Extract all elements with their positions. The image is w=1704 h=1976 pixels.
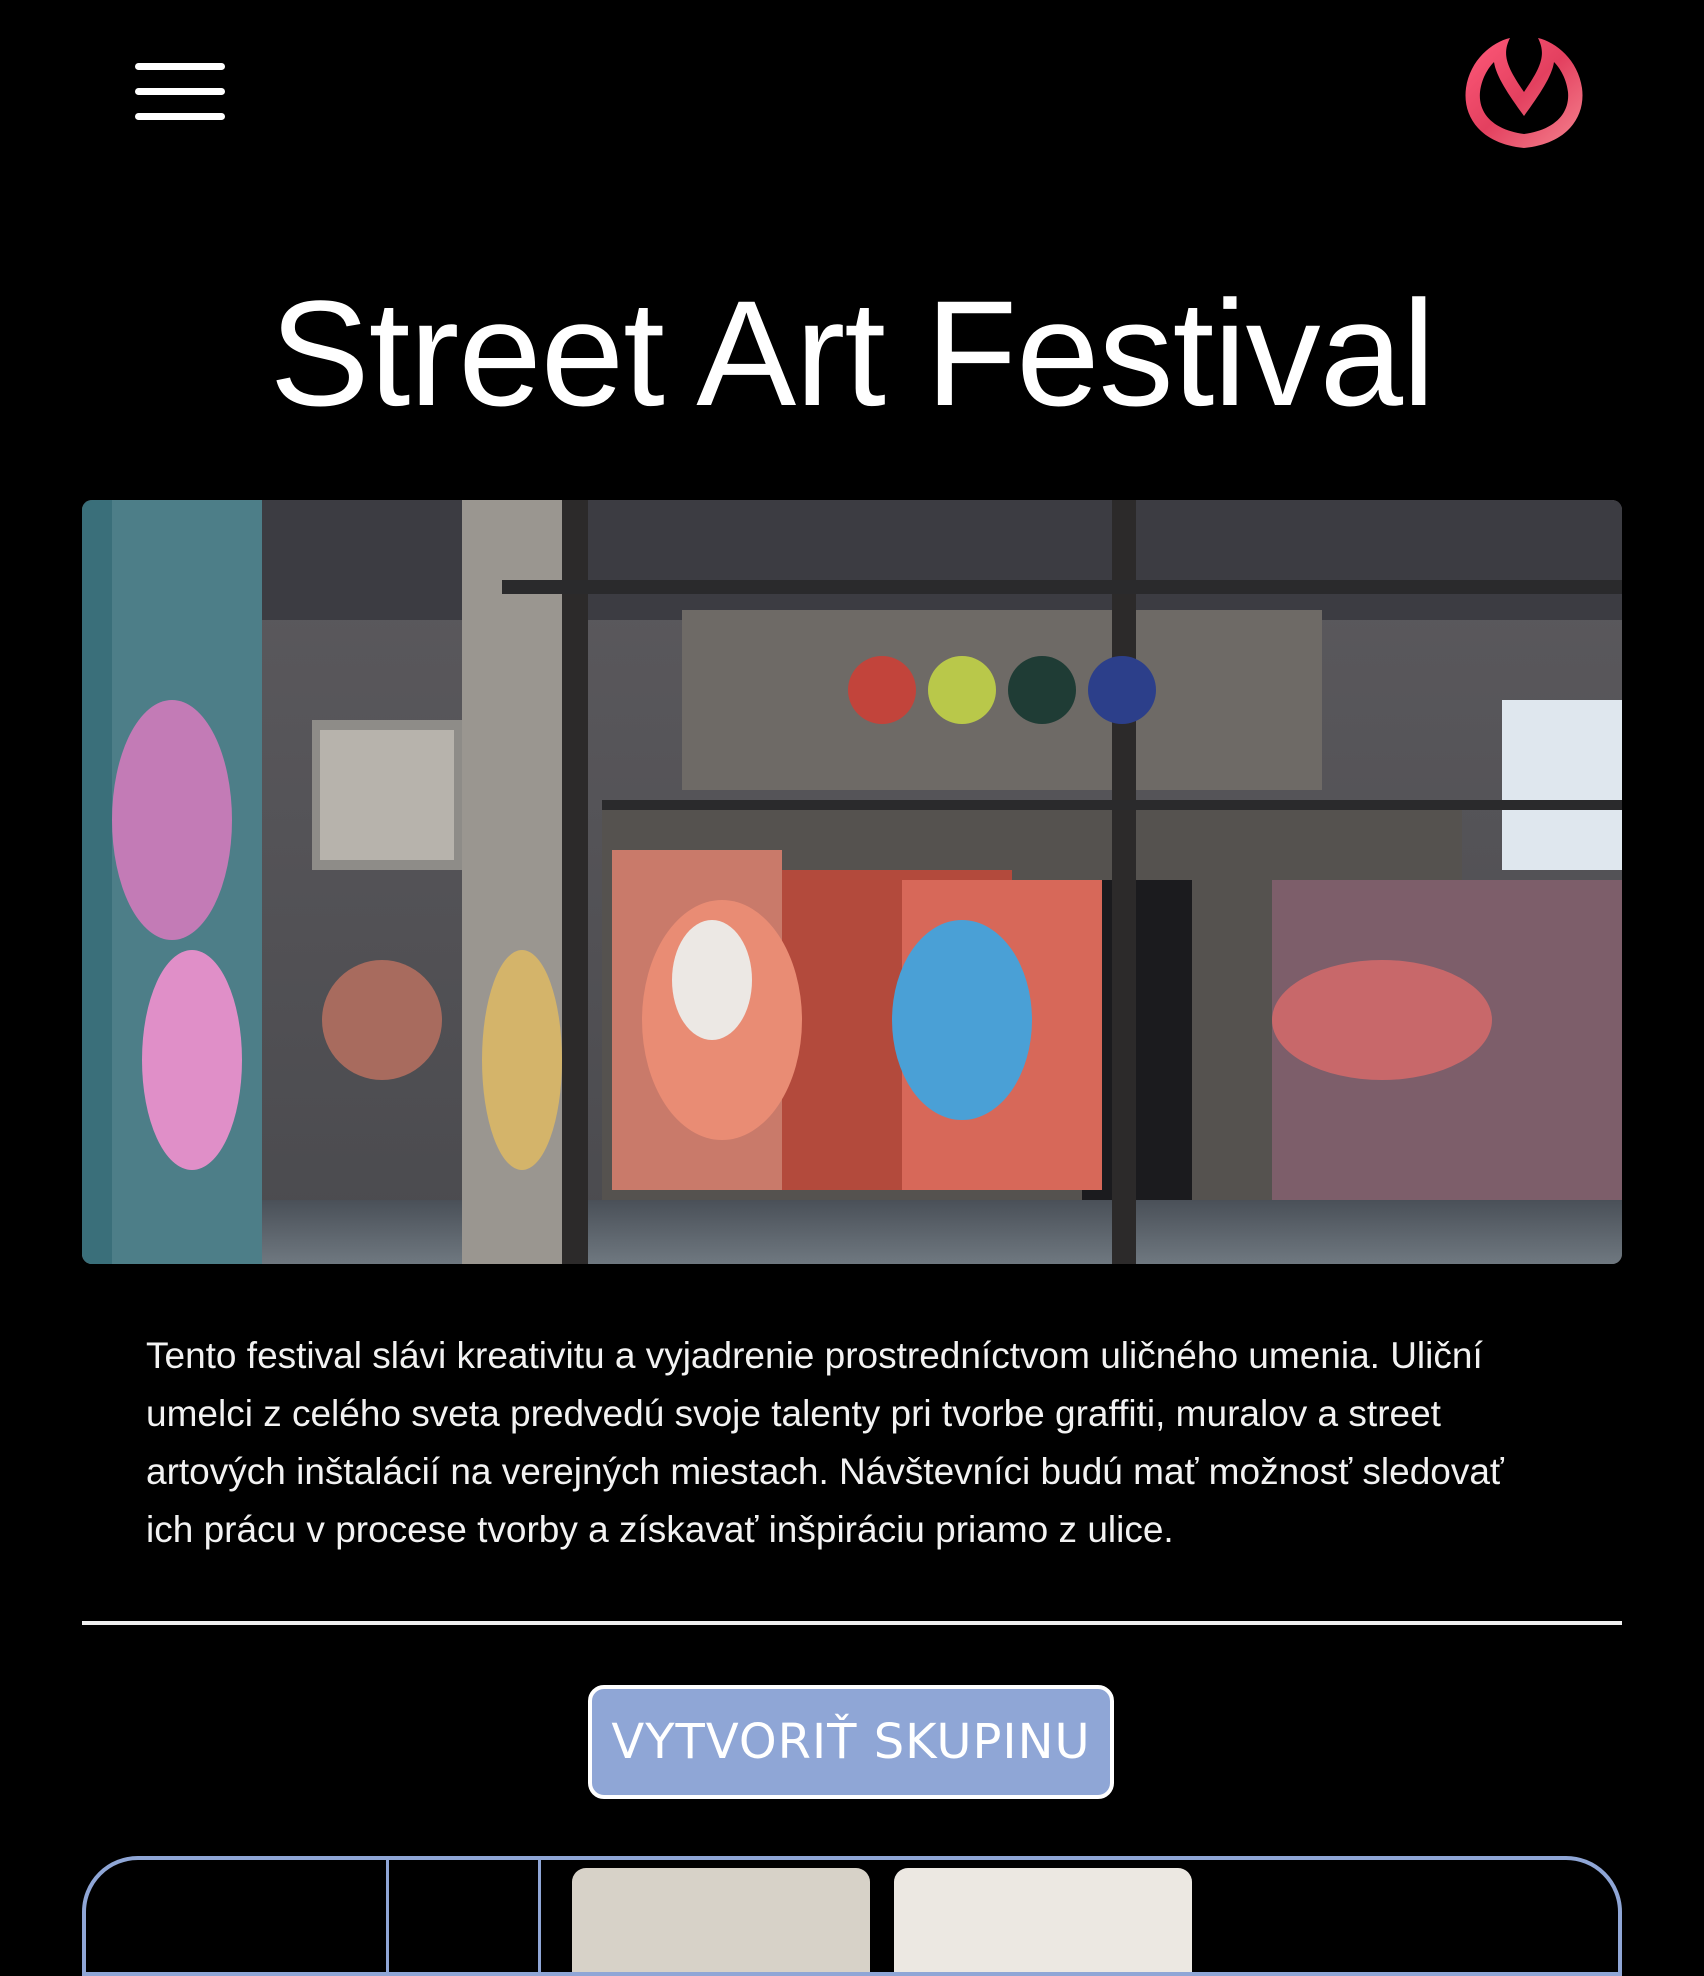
- event-description: Tento festival slávi kreativitu a vyjadr…: [146, 1335, 1504, 1550]
- divider: [82, 1621, 1622, 1625]
- top-bar: [0, 0, 1704, 190]
- group-thumbnail[interactable]: [894, 1868, 1192, 1972]
- group-thumbnail[interactable]: [572, 1868, 870, 1972]
- menu-line: [135, 88, 225, 95]
- group-carousel[interactable]: [82, 1856, 1622, 1976]
- graffiti-warehouse-photo: [82, 500, 1622, 1264]
- menu-line: [135, 63, 225, 70]
- menu-line: [135, 113, 225, 120]
- m-logo-icon[interactable]: [1462, 36, 1586, 152]
- carousel-divider: [386, 1860, 389, 1972]
- event-title: Street Art Festival: [269, 269, 1436, 437]
- carousel-divider: [538, 1860, 541, 1972]
- create-group-button[interactable]: VYTVORIŤ SKUPINU: [588, 1685, 1114, 1799]
- hamburger-menu-icon[interactable]: [130, 58, 230, 128]
